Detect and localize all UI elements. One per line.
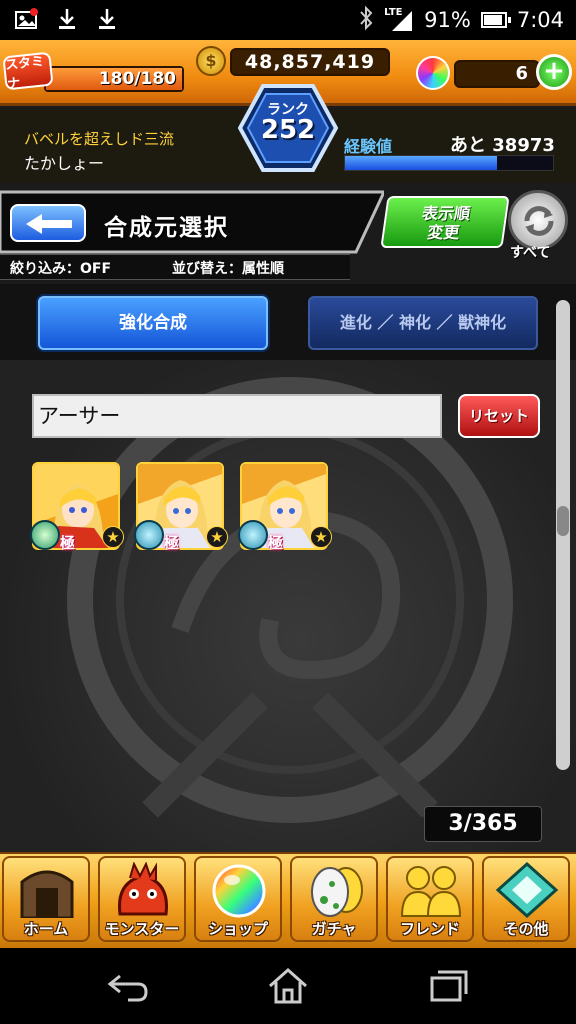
show-all-label: すべて (510, 245, 551, 261)
water-element-icon (238, 520, 268, 550)
tab-enhance-fusion[interactable]: 強化合成 (38, 296, 268, 350)
refresh-icon (524, 206, 554, 236)
screen-title: 合成元選択 (104, 215, 229, 241)
other-menu-icon (495, 862, 559, 918)
monster-dragon-icon (117, 862, 169, 916)
battery-percent: 91% (424, 8, 471, 32)
system-nav-bar (0, 948, 576, 1024)
back-icon[interactable] (104, 966, 152, 1006)
show-all-button[interactable] (508, 190, 568, 250)
egg-icon (311, 867, 363, 917)
home-gate-icon (20, 870, 74, 918)
orb-counter: 6 (454, 60, 540, 88)
monster-card[interactable]: 極 ★ (134, 462, 228, 558)
screen-header: 合成元選択 (0, 190, 384, 254)
coin-icon: $ (196, 46, 226, 76)
download-icon (94, 6, 120, 32)
bluetooth-icon (358, 5, 374, 36)
nav-friend-label: フレンド (399, 920, 460, 938)
nav-gacha-label: ガチャ (311, 920, 357, 938)
stamina-value: 180/180 (98, 69, 176, 89)
coin-value: 48,857,419 (244, 51, 376, 73)
orb-icon (416, 56, 450, 90)
nav-other-label: その他 (503, 920, 549, 938)
friends-icon (400, 866, 462, 917)
notification-image-icon (14, 6, 40, 32)
sort-button-label-1: 表示順 (420, 204, 472, 223)
monster-card[interactable]: 極 ★ (238, 462, 332, 558)
background-emblem (67, 377, 513, 823)
monster-count: 3/365 (424, 806, 542, 842)
nav-friend[interactable]: フレンド (386, 856, 474, 942)
stamina-bar: 180/180 (44, 66, 184, 92)
battery-icon (480, 12, 511, 28)
back-button[interactable] (10, 204, 86, 242)
download-icon (54, 6, 80, 32)
stamina-icon: スタミナ (2, 51, 54, 93)
orb-value: 6 (515, 63, 528, 84)
water-element-icon (134, 520, 164, 550)
change-sort-order-button[interactable]: 表示順 変更 (380, 196, 510, 248)
filter-sort-bar: 絞り込み：OFF 並び替え：属性順 (0, 254, 350, 280)
rarity-icon: 極 (60, 534, 76, 552)
signal-icon: LTE (384, 7, 414, 33)
nav-shop[interactable]: ショップ (194, 856, 282, 942)
search-input[interactable]: アーサー (32, 394, 442, 438)
back-arrow-icon (26, 214, 72, 234)
rarity-icon: 極 (164, 534, 180, 552)
app-screen: LTE 91% 7:04 スタミナ 180/180 $ 48,857,419 6… (0, 0, 576, 1024)
exp-fill (345, 156, 497, 170)
rainbow-orb-icon (212, 864, 266, 918)
nav-home-label: ホーム (23, 920, 69, 938)
coin-counter: 48,857,419 (230, 48, 390, 76)
sort-status[interactable]: 並び替え：属性順 (172, 258, 284, 278)
exp-bar (344, 155, 554, 171)
scrollbar-thumb[interactable] (557, 506, 569, 536)
star-icon: ★ (102, 526, 124, 548)
player-name: たかしょー (24, 154, 105, 173)
nav-shop-label: ショップ (207, 920, 268, 938)
nav-gacha[interactable]: ガチャ (290, 856, 378, 942)
reset-button[interactable]: リセット (458, 394, 540, 438)
rank-value: 252 (260, 115, 316, 145)
nav-monster[interactable]: モンスター (98, 856, 186, 942)
star-icon: ★ (206, 526, 228, 548)
exp-label: 経験値 (344, 137, 393, 156)
filter-status[interactable]: 絞り込み：OFF (10, 258, 111, 278)
home-icon[interactable] (264, 966, 312, 1006)
monster-card[interactable]: 極 ★ (30, 462, 124, 558)
sort-button-label-2: 変更 (426, 223, 461, 242)
star-icon: ★ (310, 526, 332, 548)
stamina-label: スタミナ (4, 54, 45, 93)
add-orbs-button[interactable]: + (536, 54, 572, 90)
rarity-icon: 極 (268, 534, 284, 552)
tab-evolution[interactable]: 進化 ／ 神化 ／ 獣神化 (308, 296, 538, 350)
status-bar: LTE 91% 7:04 (0, 0, 576, 40)
nav-home[interactable]: ホーム (2, 856, 90, 942)
wood-element-icon (30, 520, 60, 550)
exp-remaining: あと 38973 (450, 135, 555, 156)
recent-apps-icon[interactable] (424, 966, 472, 1006)
player-title: バベルを超えしド三流 (24, 130, 175, 148)
nav-other[interactable]: その他 (482, 856, 570, 942)
nav-monster-label: モンスター (104, 920, 180, 938)
rank-badge: ランク 252 (238, 84, 338, 172)
clock: 7:04 (516, 8, 564, 32)
monster-list-area: アーサー リセット 極 ★ 極 ★ 極 ★ (0, 360, 576, 852)
